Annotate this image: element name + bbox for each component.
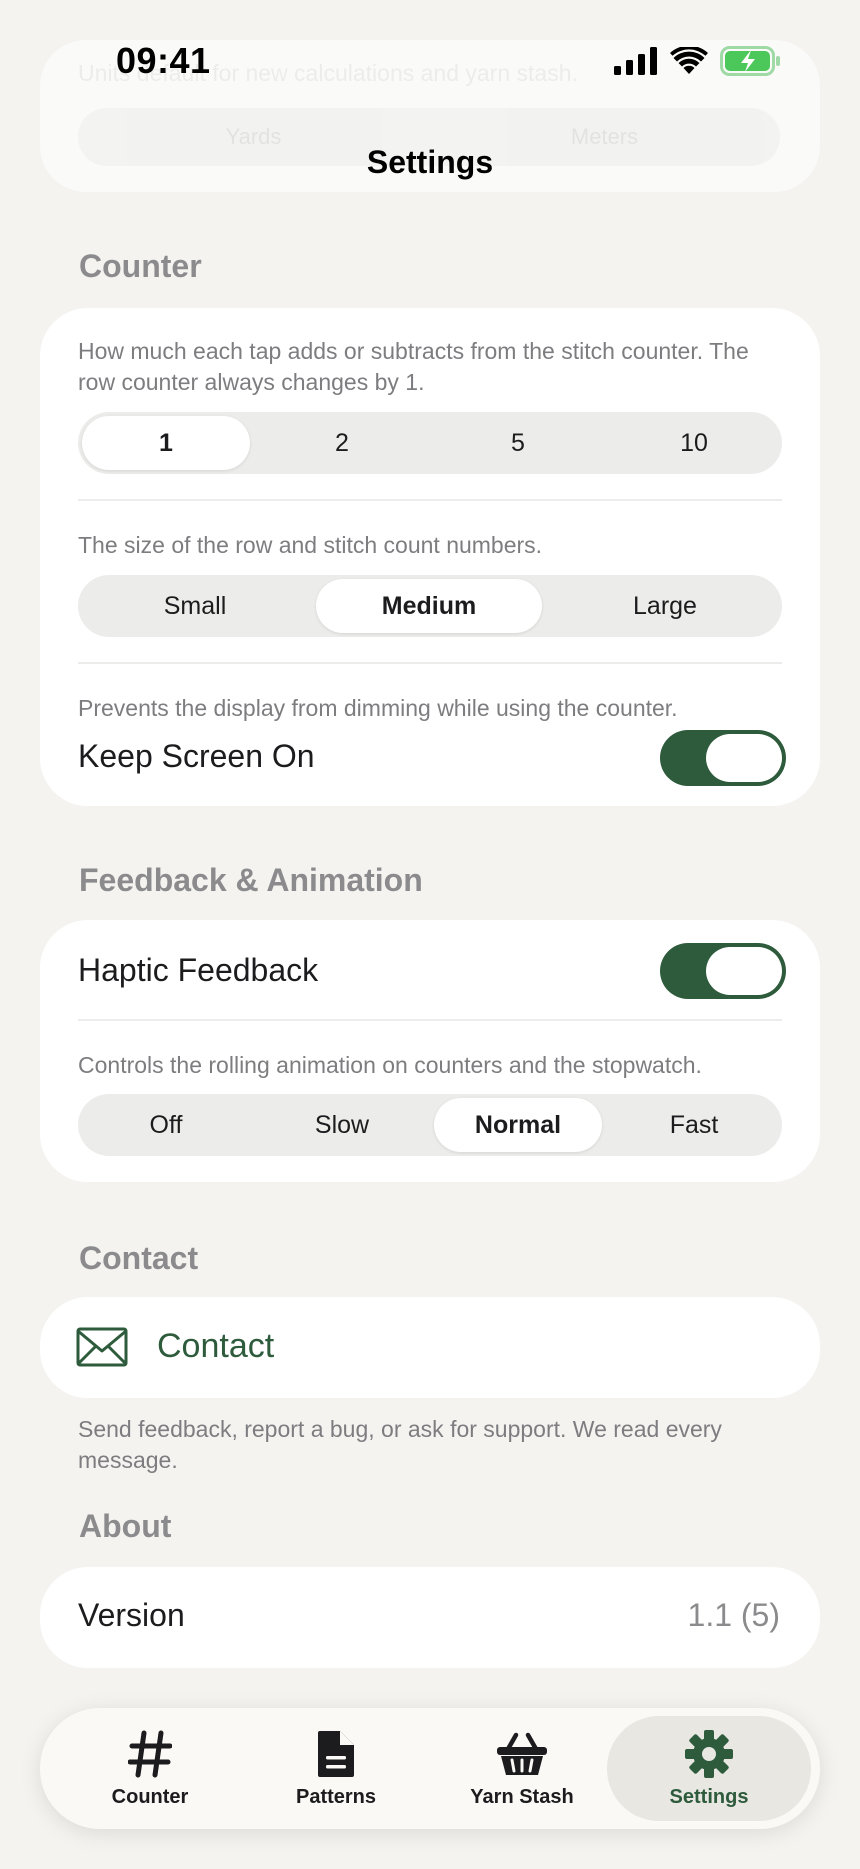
increment-description: How much each tap adds or subtracts from… [78,338,749,395]
settings-screen: Units default for new calculations and y… [0,0,860,1869]
animation-description: Controls the rolling animation on counte… [78,1052,702,1078]
tab-label-patterns: Patterns [295,1786,377,1808]
status-icons [614,46,782,76]
status-time: 09:41 [116,40,211,81]
section-header-feedback: Feedback & Animation [79,862,423,898]
tab-patterns[interactable]: Patterns [243,1708,429,1829]
version-label: Version [78,1597,185,1633]
animation-option-slow[interactable]: Slow [254,1094,430,1156]
section-header-counter: Counter [79,248,202,284]
tab-counter[interactable]: Counter [57,1708,243,1829]
animation-option-off[interactable]: Off [78,1094,254,1156]
tab-yarn-stash[interactable]: Yarn Stash [429,1708,615,1829]
animation-option-normal[interactable]: Normal [434,1098,602,1152]
keep-screen-on-description: Prevents the display from dimming while … [78,695,678,721]
wifi-icon [670,47,708,74]
size-description: The size of the row and stitch count num… [78,532,543,558]
toggle-knob [706,734,782,782]
tab-bar: Counter Patterns Yarn Stash Settings [40,1708,820,1829]
keep-screen-on-toggle[interactable] [660,730,786,786]
section-header-contact: Contact [79,1240,199,1276]
divider [78,499,782,501]
page-title: Settings [366,144,494,180]
animation-option-fast[interactable]: Fast [606,1094,782,1156]
counter-size-picker: Small Medium Large [78,575,782,637]
keep-screen-on-label: Keep Screen On [78,738,315,774]
section-header-about: About [79,1508,172,1544]
increment-option-10[interactable]: 10 [606,412,782,474]
tab-label-settings: Settings [669,1786,749,1808]
contact-button[interactable]: Contact [40,1297,820,1398]
contact-footer: Send feedback, report a bug, or ask for … [78,1416,722,1473]
divider [78,662,782,664]
tab-label-counter: Counter [111,1786,189,1808]
contact-label: Contact [157,1327,275,1365]
basket-icon [497,1732,547,1775]
haptic-feedback-label: Haptic Feedback [78,952,319,988]
tab-label-yarn-stash: Yarn Stash [470,1786,574,1808]
size-option-medium[interactable]: Medium [316,579,542,633]
toggle-knob [706,947,782,995]
animation-speed-picker: Off Slow Normal Fast [78,1094,782,1156]
counter-settings-card: How much each tap adds or subtracts from… [40,308,820,806]
increment-option-2[interactable]: 2 [254,412,430,474]
increment-picker: 1 2 5 10 [78,412,782,474]
hash-icon [128,1730,172,1778]
gear-icon [685,1730,733,1778]
document-icon [318,1731,354,1777]
increment-option-5[interactable]: 5 [430,412,606,474]
battery-charging-icon [720,46,780,76]
size-option-large[interactable]: Large [548,575,782,637]
cellular-signal-icon [614,47,657,75]
version-value: 1.1 (5) [687,1597,780,1633]
increment-option-1[interactable]: 1 [82,416,250,470]
envelope-icon [76,1327,128,1367]
size-option-small[interactable]: Small [78,575,312,637]
tab-settings[interactable]: Settings [607,1716,811,1821]
feedback-settings-card: Haptic Feedback Controls the rolling ani… [40,920,820,1182]
haptic-feedback-toggle[interactable] [660,943,786,999]
version-row: Version 1.1 (5) [40,1567,820,1668]
divider [78,1019,782,1021]
